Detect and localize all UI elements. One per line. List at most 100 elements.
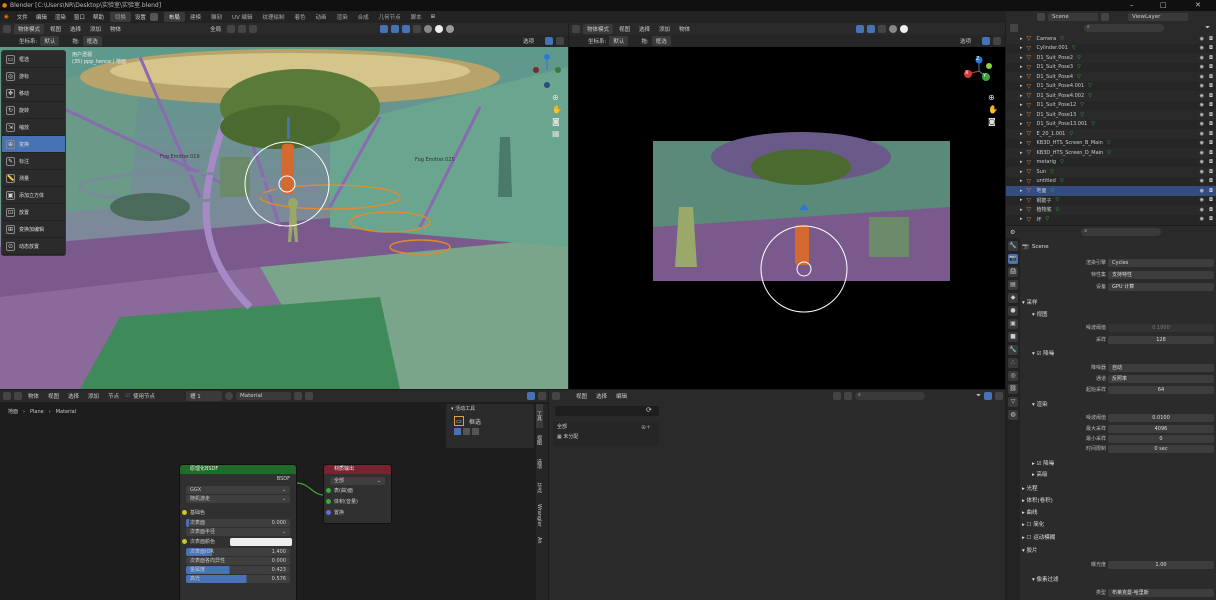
- outliner-item[interactable]: ▸ ▽ KB3D_HTS_Screen_B_Main ▽ ◉ ◘: [1006, 139, 1216, 149]
- tab-shading[interactable]: 着色: [290, 12, 311, 22]
- overlay-toggle-icon[interactable]: [402, 25, 411, 33]
- base-color-socket[interactable]: 基础色: [180, 508, 296, 518]
- tool-select-box[interactable]: ▭ 框选: [2, 51, 65, 68]
- filter-icon[interactable]: ⏷: [1205, 24, 1210, 32]
- shader-object-dropdown[interactable]: 物体: [25, 392, 42, 400]
- outliner-item[interactable]: ▸ ▽ D1_Suit_Pose13 ▽ ◉ ◘: [1006, 110, 1216, 120]
- menu-help[interactable]: 帮助: [89, 13, 108, 21]
- image-view-icon[interactable]: [833, 392, 842, 400]
- device-dropdown[interactable]: GPU 计算: [1108, 283, 1214, 291]
- visibility-eye-icon[interactable]: ◉: [1200, 83, 1204, 89]
- viewlayer-selector[interactable]: ViewLayer: [1128, 13, 1188, 21]
- drag-dropdown-2[interactable]: 框选: [651, 36, 671, 46]
- subsurface-radius-field[interactable]: 次表面半径 ⌄: [186, 528, 290, 536]
- mesh-data-icon[interactable]: ▽: [1060, 159, 1064, 165]
- switch-button[interactable]: 切换: [109, 12, 131, 22]
- collection-tab-icon[interactable]: ▣: [1008, 319, 1018, 329]
- tab-rendering[interactable]: 渲染: [332, 12, 353, 22]
- outliner-item[interactable]: ▸ ▽ D1_Suit_Pose3 ▽ ◉ ◘: [1006, 63, 1216, 73]
- outliner-item[interactable]: ▸ ▽ D1_Suit_Pose13.001 ▽ ◉ ◘: [1006, 120, 1216, 130]
- passes-dropdown[interactable]: 反照率: [1108, 375, 1214, 383]
- filter-type-dropdown[interactable]: 布莱克曼-哈里斯: [1108, 589, 1214, 597]
- advanced-header[interactable]: ▸ 高级: [1032, 470, 1216, 480]
- image-options-icon[interactable]: [984, 392, 992, 400]
- use-nodes-checkbox[interactable]: ☑: [125, 393, 130, 399]
- max-samples-field[interactable]: 4096: [1108, 425, 1214, 433]
- render-visibility-icon[interactable]: ◘: [1209, 150, 1213, 156]
- render-visibility-icon[interactable]: ◘: [1209, 93, 1213, 99]
- options-dropdown[interactable]: 选项: [523, 37, 534, 45]
- physics-tab-icon[interactable]: ◎: [1008, 371, 1018, 381]
- slot-dropdown[interactable]: 槽 1: [186, 391, 223, 401]
- expand-arrow-icon[interactable]: ▸: [1020, 36, 1023, 42]
- expand-arrow-icon[interactable]: ▸: [1020, 83, 1023, 89]
- options-gear-icon[interactable]: [556, 37, 564, 45]
- slot-unassigned[interactable]: ▦ 未分配: [553, 432, 659, 442]
- expand-arrow-icon[interactable]: ▸: [1020, 150, 1023, 156]
- image-render-icon[interactable]: [844, 392, 853, 400]
- volumes-header[interactable]: ▸ 体积(卷积): [1022, 496, 1214, 506]
- viewport-subpanel-header[interactable]: ▾ 视图: [1032, 310, 1216, 320]
- visibility-icon-2[interactable]: [856, 25, 865, 33]
- expand-arrow-icon[interactable]: ▸: [1020, 216, 1023, 222]
- sidebar-tab-ah[interactable]: Ah: [536, 530, 542, 550]
- material-name-field[interactable]: Material: [236, 392, 292, 400]
- orientation-dropdown[interactable]: 全局: [207, 25, 224, 33]
- mode-dropdown-2[interactable]: 物体模式: [583, 24, 614, 34]
- node-overlay-icon[interactable]: [527, 392, 535, 400]
- render-tab-icon[interactable]: 📷: [1008, 254, 1018, 264]
- scene-tab-icon[interactable]: ◆: [1008, 293, 1018, 303]
- surface-socket[interactable]: 表(曲)面: [324, 486, 391, 497]
- outliner-item[interactable]: ▸ ▽ D1_Suit_Pose4.001 ▽ ◉ ◘: [1006, 82, 1216, 92]
- render-visibility-icon[interactable]: ◘: [1209, 36, 1213, 42]
- camera-view-icon[interactable]: ◙: [552, 117, 564, 129]
- material-users-icon[interactable]: [294, 392, 303, 400]
- render-visibility-icon[interactable]: ◘: [1209, 140, 1213, 146]
- tool-cursor[interactable]: ◎ 游标: [2, 68, 65, 85]
- sidebar-tab-node[interactable]: 节点: [536, 476, 543, 500]
- expand-arrow-icon[interactable]: ▸: [1020, 64, 1023, 70]
- sidebar-tab-tool[interactable]: 工具: [536, 404, 543, 428]
- subsurface-color-socket[interactable]: 次表面颜色: [180, 537, 296, 547]
- zoom-icon[interactable]: ⊕: [552, 93, 564, 105]
- viewport-right[interactable]: X Y Z ⊕ ✋ ◙: [569, 47, 1005, 389]
- constraints-tab-icon[interactable]: ⛓: [1008, 384, 1018, 394]
- expand-arrow-icon[interactable]: ▸: [1020, 121, 1023, 127]
- render-visibility-icon[interactable]: ◘: [1209, 64, 1213, 70]
- outliner-item[interactable]: ▸ ▽ 地面 ▽ ◉ ◘: [1006, 186, 1216, 196]
- render-visibility-icon[interactable]: ◘: [1209, 74, 1213, 80]
- tab-texture-paint[interactable]: 纹理绘制: [258, 12, 290, 22]
- shading-rendered-icon[interactable]: [446, 25, 455, 33]
- visibility-eye-icon[interactable]: ◉: [1200, 36, 1204, 42]
- node-menu-node[interactable]: 节点: [105, 392, 122, 400]
- mode-dropdown[interactable]: 物体模式: [14, 24, 45, 34]
- tab-scripting[interactable]: 脚本: [406, 12, 427, 22]
- mesh-data-icon[interactable]: ▽: [1077, 55, 1081, 61]
- visibility-eye-icon[interactable]: ◉: [1200, 131, 1204, 137]
- render-visibility-icon[interactable]: ◘: [1209, 112, 1213, 118]
- nav-gizmo-2[interactable]: X Y Z: [962, 55, 996, 95]
- render-visibility-icon[interactable]: ◘: [1209, 216, 1213, 222]
- node-menu-add[interactable]: 添加: [85, 392, 102, 400]
- close-button[interactable]: ✕: [1195, 0, 1201, 11]
- sss-method-dropdown[interactable]: 随机游走 ⌄: [186, 495, 290, 503]
- samples-vp-field[interactable]: 128: [1108, 336, 1214, 344]
- image-gear-icon[interactable]: [995, 392, 1003, 400]
- sidebar-tab-wrangler[interactable]: Wrangler: [536, 500, 542, 530]
- minimize-button[interactable]: –: [1130, 0, 1134, 11]
- distribution-dropdown[interactable]: GGX ⌄: [186, 486, 290, 494]
- data-tab-icon[interactable]: ▽: [1008, 397, 1018, 407]
- mode-new-icon[interactable]: [454, 428, 461, 435]
- node-editor-canvas[interactable]: 地面 › Plane › Material 原理化BSDF BSDF GGX ⌄ 随机…: [0, 402, 548, 600]
- shading-material-icon-2[interactable]: [900, 25, 909, 33]
- camera-view-icon-2[interactable]: ◙: [988, 117, 1000, 129]
- tool-rotate[interactable]: ↻ 旋转: [2, 102, 65, 119]
- outliner-search-input[interactable]: ⌕: [1084, 24, 1164, 32]
- expand-arrow-icon[interactable]: ▸: [1020, 197, 1023, 203]
- tool-add-cube[interactable]: ▣ 添加立方体: [2, 187, 65, 204]
- tool-scale[interactable]: ⇲ 缩放: [2, 119, 65, 136]
- metallic-field[interactable]: 金属度 0.423: [186, 566, 290, 574]
- tool-tab-icon[interactable]: 🔧: [1008, 241, 1018, 251]
- visibility-eye-icon[interactable]: ◉: [1200, 93, 1204, 99]
- tool-move[interactable]: ✥ 移动: [2, 85, 65, 102]
